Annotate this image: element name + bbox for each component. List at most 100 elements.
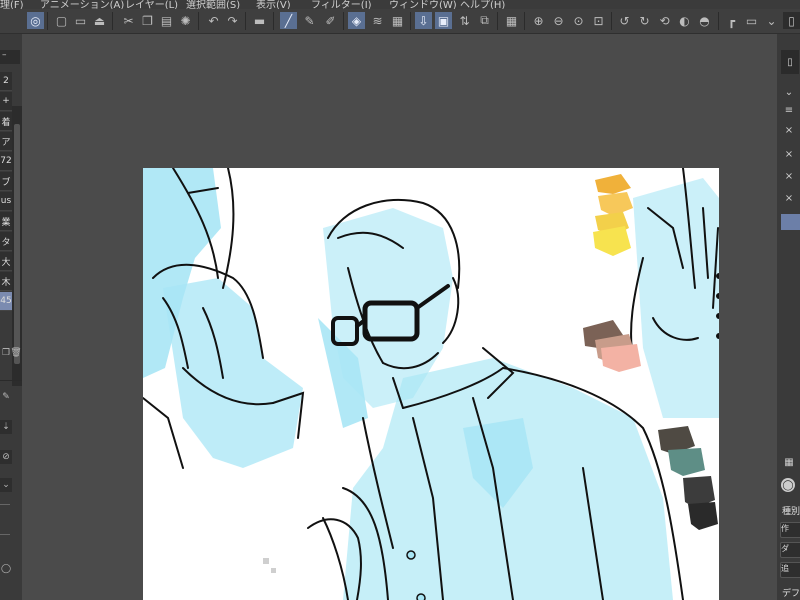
separator bbox=[611, 12, 612, 30]
sub-tool-item[interactable]: 2 bbox=[0, 72, 12, 91]
default-label: デフ bbox=[782, 589, 800, 599]
pattern-icon[interactable]: ▦ bbox=[389, 12, 406, 29]
toolbar-menu-icon[interactable]: ⌄ bbox=[763, 12, 780, 29]
menu-bar: 理(F) アニメーション(A) レイヤー(L) 選択範囲(S) 表示(V) フィ… bbox=[0, 0, 800, 9]
add-button[interactable]: 追 bbox=[780, 562, 800, 578]
separator bbox=[245, 12, 246, 30]
divider bbox=[0, 504, 10, 505]
sub-tool-item[interactable]: 着 bbox=[0, 112, 12, 131]
menu-animation[interactable]: アニメーション(A) bbox=[40, 0, 124, 9]
print-icon[interactable]: ▬ bbox=[251, 12, 268, 29]
flip-vertical-icon[interactable]: ◓ bbox=[696, 12, 713, 29]
layer-list-icon[interactable]: ≡ bbox=[781, 102, 797, 118]
transform-icon[interactable]: ⇅ bbox=[456, 12, 473, 29]
divider bbox=[0, 380, 22, 381]
cut-icon[interactable]: ✂ bbox=[120, 12, 137, 29]
menu-select[interactable]: 選択範囲(S) bbox=[186, 0, 240, 9]
command-toolbar: ◎ ▢ ▭ ⏏ ✂ ❐ ▤ ✺ ↶ ↷ ▬ ╱ ✎ ✐ ◈ ≋ ▦ ⇩ ▣ ⇅ … bbox=[0, 9, 800, 34]
paste-icon[interactable]: ▤ bbox=[158, 12, 175, 29]
pen-icon[interactable]: ╱ bbox=[280, 12, 297, 29]
search-icon[interactable]: ◯ bbox=[781, 478, 795, 492]
sub-tool-item[interactable]: タ bbox=[0, 232, 12, 251]
redo-icon[interactable]: ↷ bbox=[224, 12, 241, 29]
panel-toggle-icon[interactable]: ▯ bbox=[783, 12, 800, 29]
menu-file[interactable]: 理(F) bbox=[0, 0, 24, 9]
left-panel: – 2 + 着 ア 72 ブ us 業 タ 大 木 45 ❐ 🗑 ✎ ⇣ ⊘ ⌄… bbox=[0, 34, 22, 600]
rotate-right-icon[interactable]: ↻ bbox=[636, 12, 653, 29]
layers-icon[interactable]: ◈ bbox=[348, 12, 365, 29]
import-icon[interactable]: ⇩ bbox=[415, 12, 432, 29]
actual-size-icon[interactable]: ⊡ bbox=[590, 12, 607, 29]
drawing-canvas[interactable] bbox=[143, 168, 719, 600]
property-icon[interactable]: ⊘ bbox=[0, 450, 12, 464]
da-button[interactable]: ダ bbox=[780, 542, 800, 558]
artwork bbox=[143, 168, 719, 600]
close-icon[interactable]: × bbox=[781, 168, 797, 184]
new-file-icon[interactable]: ▢ bbox=[53, 12, 70, 29]
create-button[interactable]: 作 bbox=[780, 522, 800, 538]
panel-header[interactable]: – bbox=[0, 50, 20, 64]
sub-tool-item-selected[interactable]: 45 bbox=[0, 292, 12, 311]
ruler-icon[interactable]: ┏ bbox=[723, 12, 740, 29]
right-panel: ▯ ⌄ ≡ × × × × × ▦ ◯ 種別 作 ダ 追 デフ bbox=[777, 34, 800, 600]
divider bbox=[0, 534, 10, 535]
frame-icon[interactable]: ▣ bbox=[435, 12, 452, 29]
menu-help[interactable]: ヘルプ(H) bbox=[460, 0, 505, 9]
separator bbox=[718, 12, 719, 30]
menu-view[interactable]: 表示(V) bbox=[256, 0, 291, 9]
zoom-in-icon[interactable]: ⊕ bbox=[530, 12, 547, 29]
separator bbox=[112, 12, 113, 30]
scrollbar-thumb[interactable] bbox=[14, 124, 20, 364]
reset-rotation-icon[interactable]: ⟲ bbox=[656, 12, 673, 29]
close-icon[interactable]: × bbox=[781, 122, 797, 138]
sub-tool-item[interactable]: us bbox=[0, 192, 12, 211]
rotate-left-icon[interactable]: ↺ bbox=[616, 12, 633, 29]
delete-icon[interactable]: 🗑 bbox=[10, 346, 22, 360]
grid-view-icon[interactable]: ▦ bbox=[781, 454, 797, 470]
kind-label: 種別 bbox=[782, 507, 800, 517]
sub-tool-item[interactable]: 木 bbox=[0, 272, 12, 291]
blue-sketch-layer bbox=[143, 168, 719, 600]
close-icon[interactable]: × bbox=[781, 190, 797, 206]
export-icon[interactable]: ⧉ bbox=[476, 12, 493, 29]
copy-icon[interactable]: ❐ bbox=[139, 12, 156, 29]
circle-icon[interactable]: ◯ bbox=[0, 562, 12, 576]
property-dropdown-icon[interactable]: ⌄ bbox=[0, 478, 12, 492]
sub-tool-item[interactable]: ア bbox=[0, 132, 12, 151]
display-frame-icon[interactable]: ▭ bbox=[743, 12, 760, 29]
separator bbox=[47, 12, 48, 30]
brush-settings-icon[interactable]: ✐ bbox=[322, 12, 339, 29]
separator bbox=[410, 12, 411, 30]
separator bbox=[343, 12, 344, 30]
separator bbox=[497, 12, 498, 30]
sub-tool-item[interactable]: 大 bbox=[0, 252, 12, 271]
sub-tool-item[interactable]: ブ bbox=[0, 172, 12, 191]
panel-tab-icon[interactable]: ▯ bbox=[781, 50, 799, 74]
grid-icon[interactable]: ▦ bbox=[503, 12, 520, 29]
menu-layer[interactable]: レイヤー(L) bbox=[125, 0, 178, 9]
zoom-out-icon[interactable]: ⊖ bbox=[550, 12, 567, 29]
undo-icon[interactable]: ↶ bbox=[205, 12, 222, 29]
open-folder-icon[interactable]: ▭ bbox=[72, 12, 89, 29]
gray-marks bbox=[263, 558, 276, 573]
selected-row[interactable] bbox=[781, 214, 800, 230]
chevron-down-icon[interactable]: ⌄ bbox=[781, 84, 797, 100]
separator bbox=[524, 12, 525, 30]
clear-icon[interactable]: ✺ bbox=[177, 12, 194, 29]
close-icon[interactable]: × bbox=[781, 146, 797, 162]
save-icon[interactable]: ⏏ bbox=[91, 12, 108, 29]
sub-tool-item[interactable]: 業 bbox=[0, 212, 12, 231]
menu-filter[interactable]: フィルター(I) bbox=[311, 0, 372, 9]
separator bbox=[273, 12, 274, 30]
property-icon[interactable]: ⇣ bbox=[0, 420, 12, 434]
brush-preview-icon: ✎ bbox=[2, 392, 10, 402]
separator bbox=[198, 12, 199, 30]
fit-view-icon[interactable]: ⊙ bbox=[570, 12, 587, 29]
sub-tool-item[interactable]: + bbox=[0, 92, 12, 111]
menu-window[interactable]: ウィンドウ(W) bbox=[389, 0, 457, 9]
layer-stack-icon[interactable]: ≋ bbox=[369, 12, 386, 29]
sub-tool-item[interactable]: 72 bbox=[0, 152, 12, 171]
flip-horizontal-icon[interactable]: ◐ bbox=[676, 12, 693, 29]
clip-studio-icon[interactable]: ◎ bbox=[27, 12, 44, 29]
pen-settings-icon[interactable]: ✎ bbox=[301, 12, 318, 29]
